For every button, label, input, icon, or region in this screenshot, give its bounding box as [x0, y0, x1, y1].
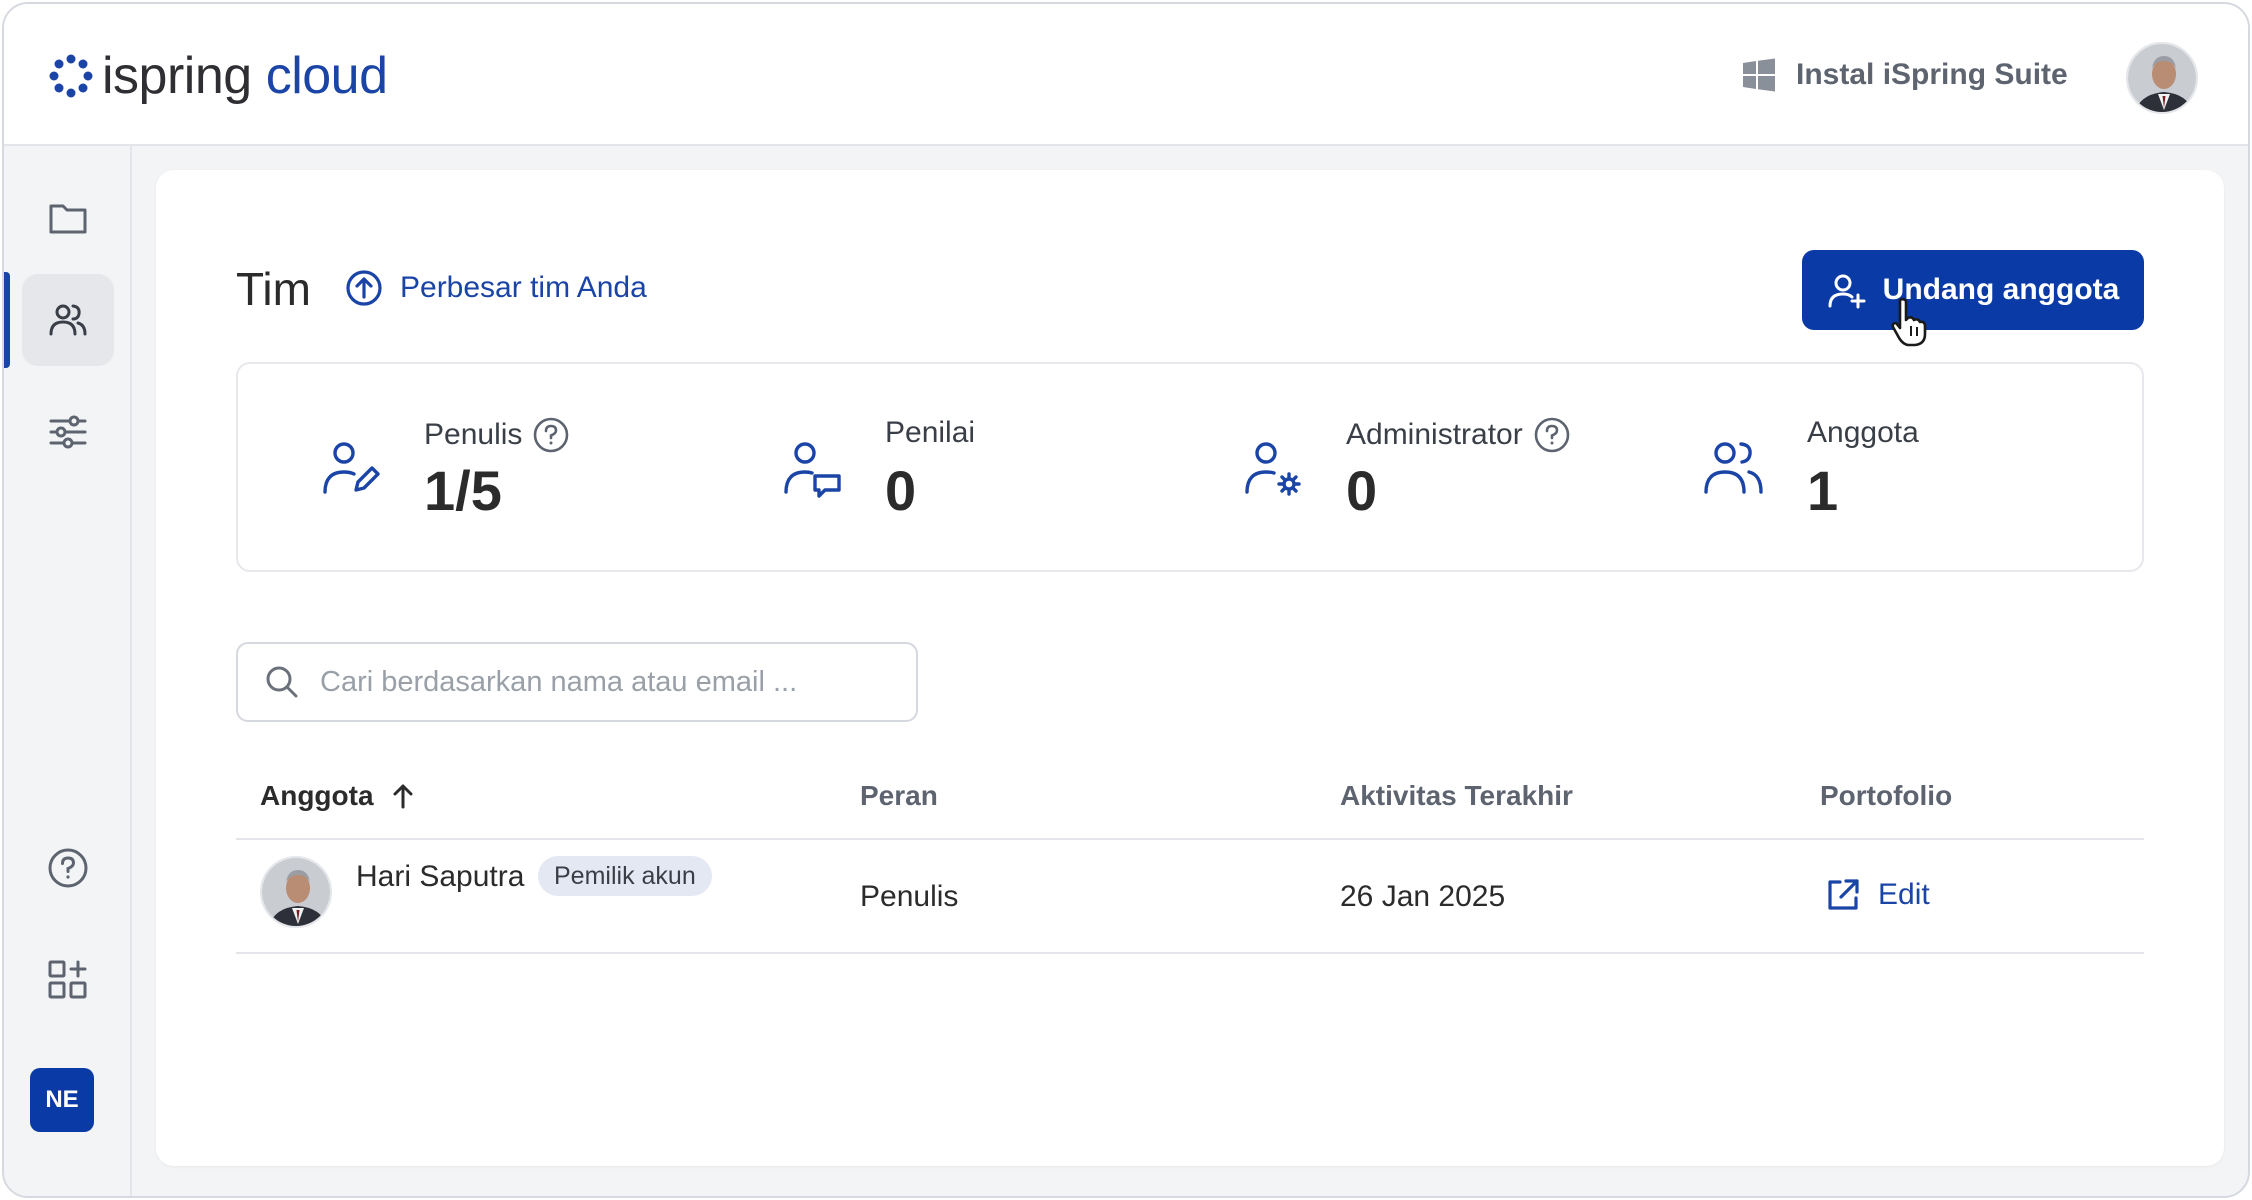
stat-members: Anggota 1	[1669, 364, 2146, 570]
sidebar-item-files[interactable]	[22, 172, 114, 264]
search-icon	[266, 666, 298, 698]
team-stats-panel: Penulis 1/5 Penilai 0 Administrator 0 An…	[236, 362, 2144, 572]
main-content-card: Tim Perbesar tim Anda Undang anggota Pen…	[156, 170, 2224, 1166]
stat-members-label: Anggota	[1807, 416, 1919, 450]
ispring-logo[interactable]: ispring cloud	[48, 48, 388, 104]
external-link-icon	[1828, 879, 1859, 910]
stat-administrators-label: Administrator	[1346, 416, 1571, 454]
member-search-box[interactable]	[236, 642, 918, 722]
grow-team-link[interactable]: Perbesar tim Anda	[344, 268, 647, 308]
user-photo-icon	[2128, 44, 2196, 112]
invite-member-button[interactable]: Undang anggota	[1802, 250, 2144, 330]
left-sidebar: NE	[4, 146, 132, 1196]
stat-reviewers-label-text: Penilai	[885, 416, 976, 449]
member-avatar	[260, 856, 332, 928]
grow-team-label: Perbesar tim Anda	[400, 271, 647, 304]
stat-authors: Penulis 1/5	[238, 364, 715, 570]
user-gear-icon	[1245, 442, 1301, 496]
stat-authors-value: 1/5	[424, 459, 502, 522]
help-icon[interactable]	[532, 416, 570, 454]
member-photo-icon	[262, 858, 330, 926]
column-header-member-label: Anggota	[260, 780, 374, 811]
stat-administrators: Administrator 0	[1192, 364, 1669, 570]
top-header: ispring cloud Instal iSpring Suite	[4, 4, 2248, 146]
stat-reviewers: Penilai 0	[715, 364, 1192, 570]
account-initials-badge[interactable]: NE	[30, 1068, 94, 1132]
active-indicator	[4, 272, 10, 368]
arrow-up-circle-icon	[346, 270, 382, 306]
table-header-divider	[236, 838, 2144, 840]
users-icon	[49, 304, 87, 336]
install-label: Instal iSpring Suite	[1796, 58, 2068, 91]
logo-word-ispring: ispring	[102, 47, 252, 105]
ispring-logo-icon	[49, 54, 93, 98]
stat-administrators-label-text: Administrator	[1346, 418, 1523, 451]
user-plus-icon	[1828, 274, 1866, 309]
stat-authors-label-text: Penulis	[424, 418, 523, 451]
logo-word-cloud: cloud	[265, 47, 388, 105]
user-edit-icon	[323, 442, 380, 494]
stat-reviewers-value: 0	[885, 459, 917, 522]
sidebar-item-apps[interactable]	[22, 934, 114, 1026]
apps-add-icon	[48, 960, 87, 999]
stat-administrators-value: 0	[1346, 459, 1378, 522]
column-header-role[interactable]: Peran	[860, 780, 938, 812]
sliders-icon	[49, 415, 87, 449]
edit-portfolio-link[interactable]: Edit	[1824, 876, 1930, 914]
stat-members-value: 1	[1807, 459, 1839, 522]
install-ispring-suite-link[interactable]: Instal iSpring Suite	[1742, 58, 2068, 92]
member-name: Hari Saputra	[356, 860, 525, 893]
help-icon[interactable]	[1533, 416, 1571, 454]
app-window: ispring cloud Instal iSpring Suite NE Ti…	[2, 2, 2250, 1198]
table-row-divider	[236, 952, 2144, 954]
account-owner-badge: Pemilik akun	[538, 856, 712, 896]
stat-reviewers-label: Penilai	[885, 416, 975, 450]
user-avatar[interactable]	[2126, 42, 2198, 114]
windows-icon	[1743, 58, 1775, 92]
users-icon	[1704, 442, 1763, 494]
hand-cursor-icon	[1891, 297, 1927, 347]
folder-icon	[49, 204, 87, 234]
edit-portfolio-label: Edit	[1878, 878, 1930, 911]
member-role: Penulis	[860, 880, 959, 913]
stat-members-label-text: Anggota	[1807, 416, 1919, 449]
search-input[interactable]	[320, 665, 880, 699]
column-header-portfolio[interactable]: Portofolio	[1820, 780, 1952, 812]
sort-ascending-icon	[393, 784, 413, 809]
page-title: Tim	[236, 263, 311, 315]
sidebar-item-help[interactable]	[22, 822, 114, 914]
column-header-last-activity[interactable]: Aktivitas Terakhir	[1340, 780, 1573, 812]
help-icon	[48, 848, 88, 888]
sidebar-item-team[interactable]	[22, 274, 114, 366]
stat-authors-label: Penulis	[424, 416, 570, 454]
column-header-member[interactable]: Anggota	[260, 780, 418, 812]
user-message-icon	[784, 442, 841, 498]
sidebar-item-settings[interactable]	[22, 386, 114, 478]
member-last-activity: 26 Jan 2025	[1340, 880, 1506, 913]
